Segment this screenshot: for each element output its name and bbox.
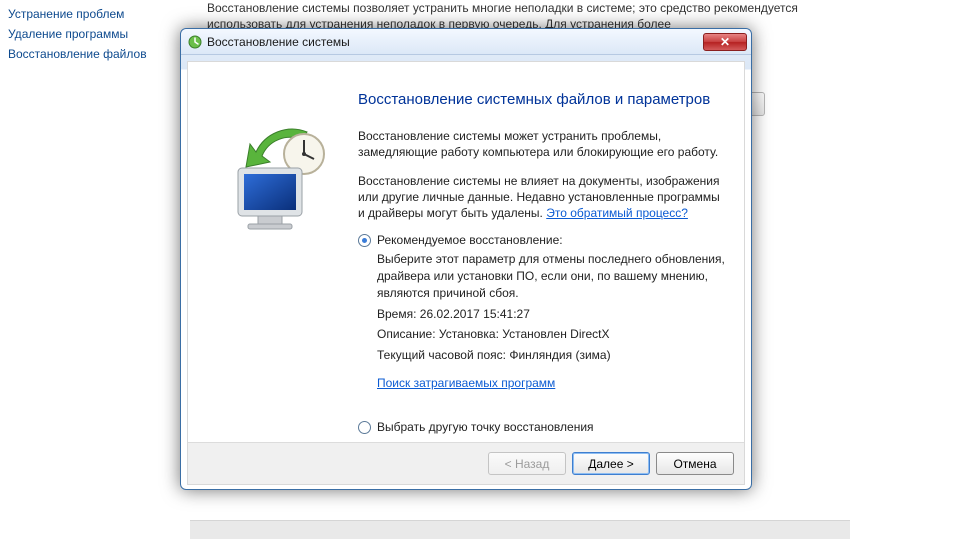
recommended-time: Время: 26.02.2017 15:41:27 bbox=[377, 306, 728, 323]
option-choose-another: Выбрать другую точку восстановления bbox=[358, 420, 728, 434]
back-button: < Назад bbox=[488, 452, 566, 475]
radio-choose[interactable] bbox=[358, 421, 371, 434]
bg-link-recover-files[interactable]: Восстановление файлов bbox=[8, 44, 182, 64]
radio-recommended-row[interactable]: Рекомендуемое восстановление: bbox=[358, 233, 728, 247]
bg-link-uninstall[interactable]: Удаление программы bbox=[8, 24, 182, 44]
radio-recommended-label: Рекомендуемое восстановление: bbox=[377, 233, 563, 247]
option-recommended: Рекомендуемое восстановление: Выберите э… bbox=[358, 233, 728, 390]
dialog-heading: Восстановление системных файлов и параме… bbox=[358, 90, 728, 110]
close-icon: ✕ bbox=[720, 36, 730, 48]
recommended-details: Выберите этот параметр для отмены послед… bbox=[377, 251, 728, 364]
dialog-content: Восстановление системных файлов и параме… bbox=[358, 90, 728, 440]
recommended-desc: Выберите этот параметр для отмены послед… bbox=[377, 251, 728, 301]
system-restore-dialog: Восстановление системы ✕ bbox=[180, 28, 752, 490]
recommended-timezone: Текущий часовой пояс: Финляндия (зима) bbox=[377, 347, 728, 364]
paragraph-1: Восстановление системы может устранить п… bbox=[358, 128, 728, 160]
affected-programs-link[interactable]: Поиск затрагиваемых программ bbox=[377, 376, 555, 390]
restore-monitor-icon bbox=[212, 112, 342, 242]
cancel-button[interactable]: Отмена bbox=[656, 452, 734, 475]
recommended-description: Описание: Установка: Установлен DirectX bbox=[377, 326, 728, 343]
close-button[interactable]: ✕ bbox=[703, 33, 747, 51]
bg-bottom-bar bbox=[190, 520, 850, 539]
next-button[interactable]: Далее > bbox=[572, 452, 650, 475]
radio-choose-label: Выбрать другую точку восстановления bbox=[377, 420, 594, 434]
bg-sidebar: Устранение проблем Удаление программы Во… bbox=[0, 0, 190, 68]
radio-choose-row[interactable]: Выбрать другую точку восстановления bbox=[358, 420, 728, 434]
dialog-body: Восстановление системных файлов и параме… bbox=[187, 61, 745, 485]
titlebar[interactable]: Восстановление системы ✕ bbox=[181, 29, 751, 55]
system-restore-icon bbox=[187, 34, 203, 50]
button-bar: < Назад Далее > Отмена bbox=[188, 442, 744, 484]
radio-recommended[interactable] bbox=[358, 234, 371, 247]
reversible-process-link[interactable]: Это обратимый процесс? bbox=[546, 206, 688, 220]
bg-link-troubleshoot[interactable]: Устранение проблем bbox=[8, 4, 182, 24]
dialog-title: Восстановление системы bbox=[207, 35, 350, 49]
paragraph-2: Восстановление системы не влияет на доку… bbox=[358, 173, 728, 222]
